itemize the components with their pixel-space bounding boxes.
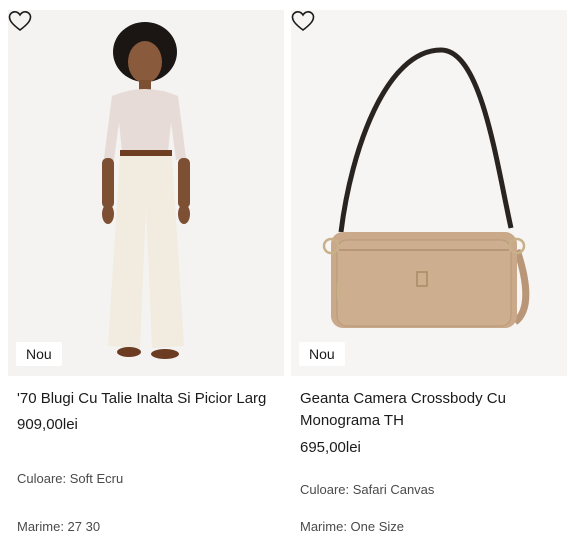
product-grid: Nou '70 Blugi Cu Talie Inalta Si Picior … bbox=[0, 0, 568, 560]
crossbody-bag-image bbox=[291, 10, 567, 376]
product-size: Marime: One Size bbox=[300, 519, 405, 534]
product-image[interactable]: Nou bbox=[8, 10, 284, 376]
heart-outline-icon[interactable] bbox=[8, 10, 32, 32]
woman-jeans-image bbox=[8, 10, 284, 376]
heart-outline-icon[interactable] bbox=[291, 10, 315, 32]
product-color: Culoare: Soft Ecru bbox=[17, 471, 124, 486]
product-price: 909,00lei bbox=[17, 416, 78, 433]
product-color: Culoare: Safari Canvas bbox=[300, 482, 435, 497]
new-badge: Nou bbox=[299, 342, 345, 366]
new-badge: Nou bbox=[16, 342, 62, 366]
product-title[interactable]: Geanta Camera Crossbody Cu Monograma TH bbox=[300, 388, 562, 432]
product-image[interactable]: Nou bbox=[291, 10, 567, 376]
product-card[interactable]: Nou Geanta Camera Crossbody Cu Monograma… bbox=[291, 10, 567, 556]
product-card[interactable]: Nou '70 Blugi Cu Talie Inalta Si Picior … bbox=[8, 10, 284, 556]
product-size: Marime: 27 30 bbox=[17, 519, 101, 534]
product-price: 695,00lei bbox=[300, 439, 361, 456]
product-title[interactable]: '70 Blugi Cu Talie Inalta Si Picior Larg bbox=[17, 388, 279, 410]
